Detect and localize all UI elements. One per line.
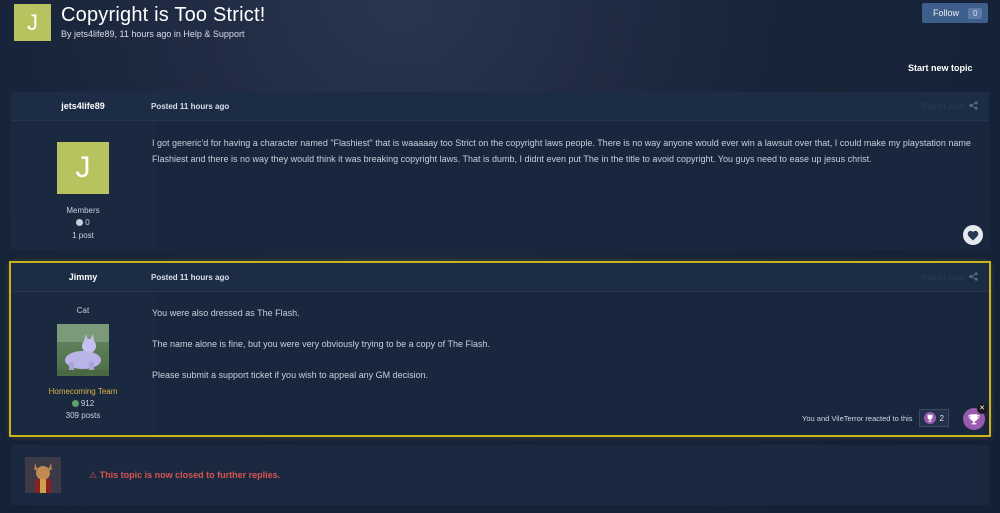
topic-page: J Copyright is Too Strict! By jets4life8… (0, 0, 1000, 513)
share-icon[interactable] (969, 101, 978, 110)
reputation-icon (76, 219, 84, 226)
author-title: Cat (76, 306, 90, 315)
closed-text: This topic is now closed to further repl… (99, 470, 281, 480)
reactions-summary: You and VileTerror reacted to this 2 (802, 409, 949, 427)
topic-closed-message: ⚠ This topic is now closed to further re… (89, 470, 280, 481)
trophy-icon (968, 414, 980, 425)
post-2: Jimmy Posted 11 hours ago Report post Ca… (9, 261, 991, 437)
author-avatar[interactable] (57, 324, 109, 376)
post-body: I got generic'd for having a character n… (152, 138, 971, 164)
reactions-text[interactable]: You and VileTerror reacted to this (802, 414, 913, 423)
post-header: jets4life89 Posted 11 hours ago Report p… (11, 92, 989, 121)
follow-button[interactable]: Follow 0 (922, 3, 988, 23)
warning-icon: ⚠ (89, 470, 98, 480)
author-column: Cat Homecoming Team 912 309 posts (11, 292, 155, 435)
author-name[interactable]: jets4life89 (11, 101, 155, 111)
remove-reaction-close-icon[interactable]: ✕ (977, 404, 987, 414)
author-avatar[interactable]: J (57, 142, 109, 194)
author-column: J Members 0 1 post (11, 121, 155, 250)
post-count: 309 posts (65, 411, 101, 420)
current-user-avatar[interactable] (25, 457, 61, 493)
reputation-value: 0 (85, 218, 90, 227)
follow-count: 0 (968, 7, 983, 19)
post-1: jets4life89 Posted 11 hours ago Report p… (11, 92, 989, 250)
reputation-icon (71, 400, 79, 407)
topic-header: J Copyright is Too Strict! By jets4life8… (0, 0, 1000, 90)
topic-title: Copyright is Too Strict! (61, 4, 266, 26)
post-header: Jimmy Posted 11 hours ago Report post (11, 263, 989, 292)
cat-costume-avatar-image (57, 324, 109, 376)
post-count: 1 post (72, 231, 94, 240)
reputation-value: 912 (80, 399, 95, 408)
post-body-line-2: The name alone is fine, but you were ver… (152, 339, 491, 349)
author-name[interactable]: Jimmy (11, 272, 155, 282)
author-group: Homecoming Team (48, 387, 118, 396)
report-post-link[interactable]: Report post (922, 102, 963, 111)
react-button[interactable]: ✕ (963, 404, 987, 430)
post-body-line-3: Please submit a support ticket if you wi… (152, 370, 429, 380)
post-body-line-1: You were also dressed as The Flash. (152, 308, 300, 318)
reputation: 912 (11, 399, 155, 408)
author-group: Members (66, 206, 100, 215)
reputation: 0 (11, 218, 155, 227)
topic-meta: By jets4life89, 11 hours ago in Help & S… (61, 29, 245, 39)
start-new-topic-link[interactable]: Start new topic (908, 63, 973, 73)
reaction-button[interactable] (963, 225, 983, 245)
report-post-link[interactable]: Report post (922, 273, 963, 282)
trophy-icon (923, 412, 936, 424)
follow-label: Follow (933, 8, 960, 18)
topic-closed-box: ⚠ This topic is now closed to further re… (11, 445, 989, 505)
reaction-count: 2 (939, 413, 944, 423)
reaction-count-box[interactable]: 2 (918, 409, 949, 427)
heart-icon (967, 230, 979, 240)
share-icon[interactable] (969, 272, 978, 281)
post-date: Posted 11 hours ago (151, 273, 230, 282)
topic-author-avatar[interactable]: J (14, 4, 51, 41)
post-date: Posted 11 hours ago (151, 102, 230, 111)
demon-character-avatar-image (25, 457, 61, 493)
